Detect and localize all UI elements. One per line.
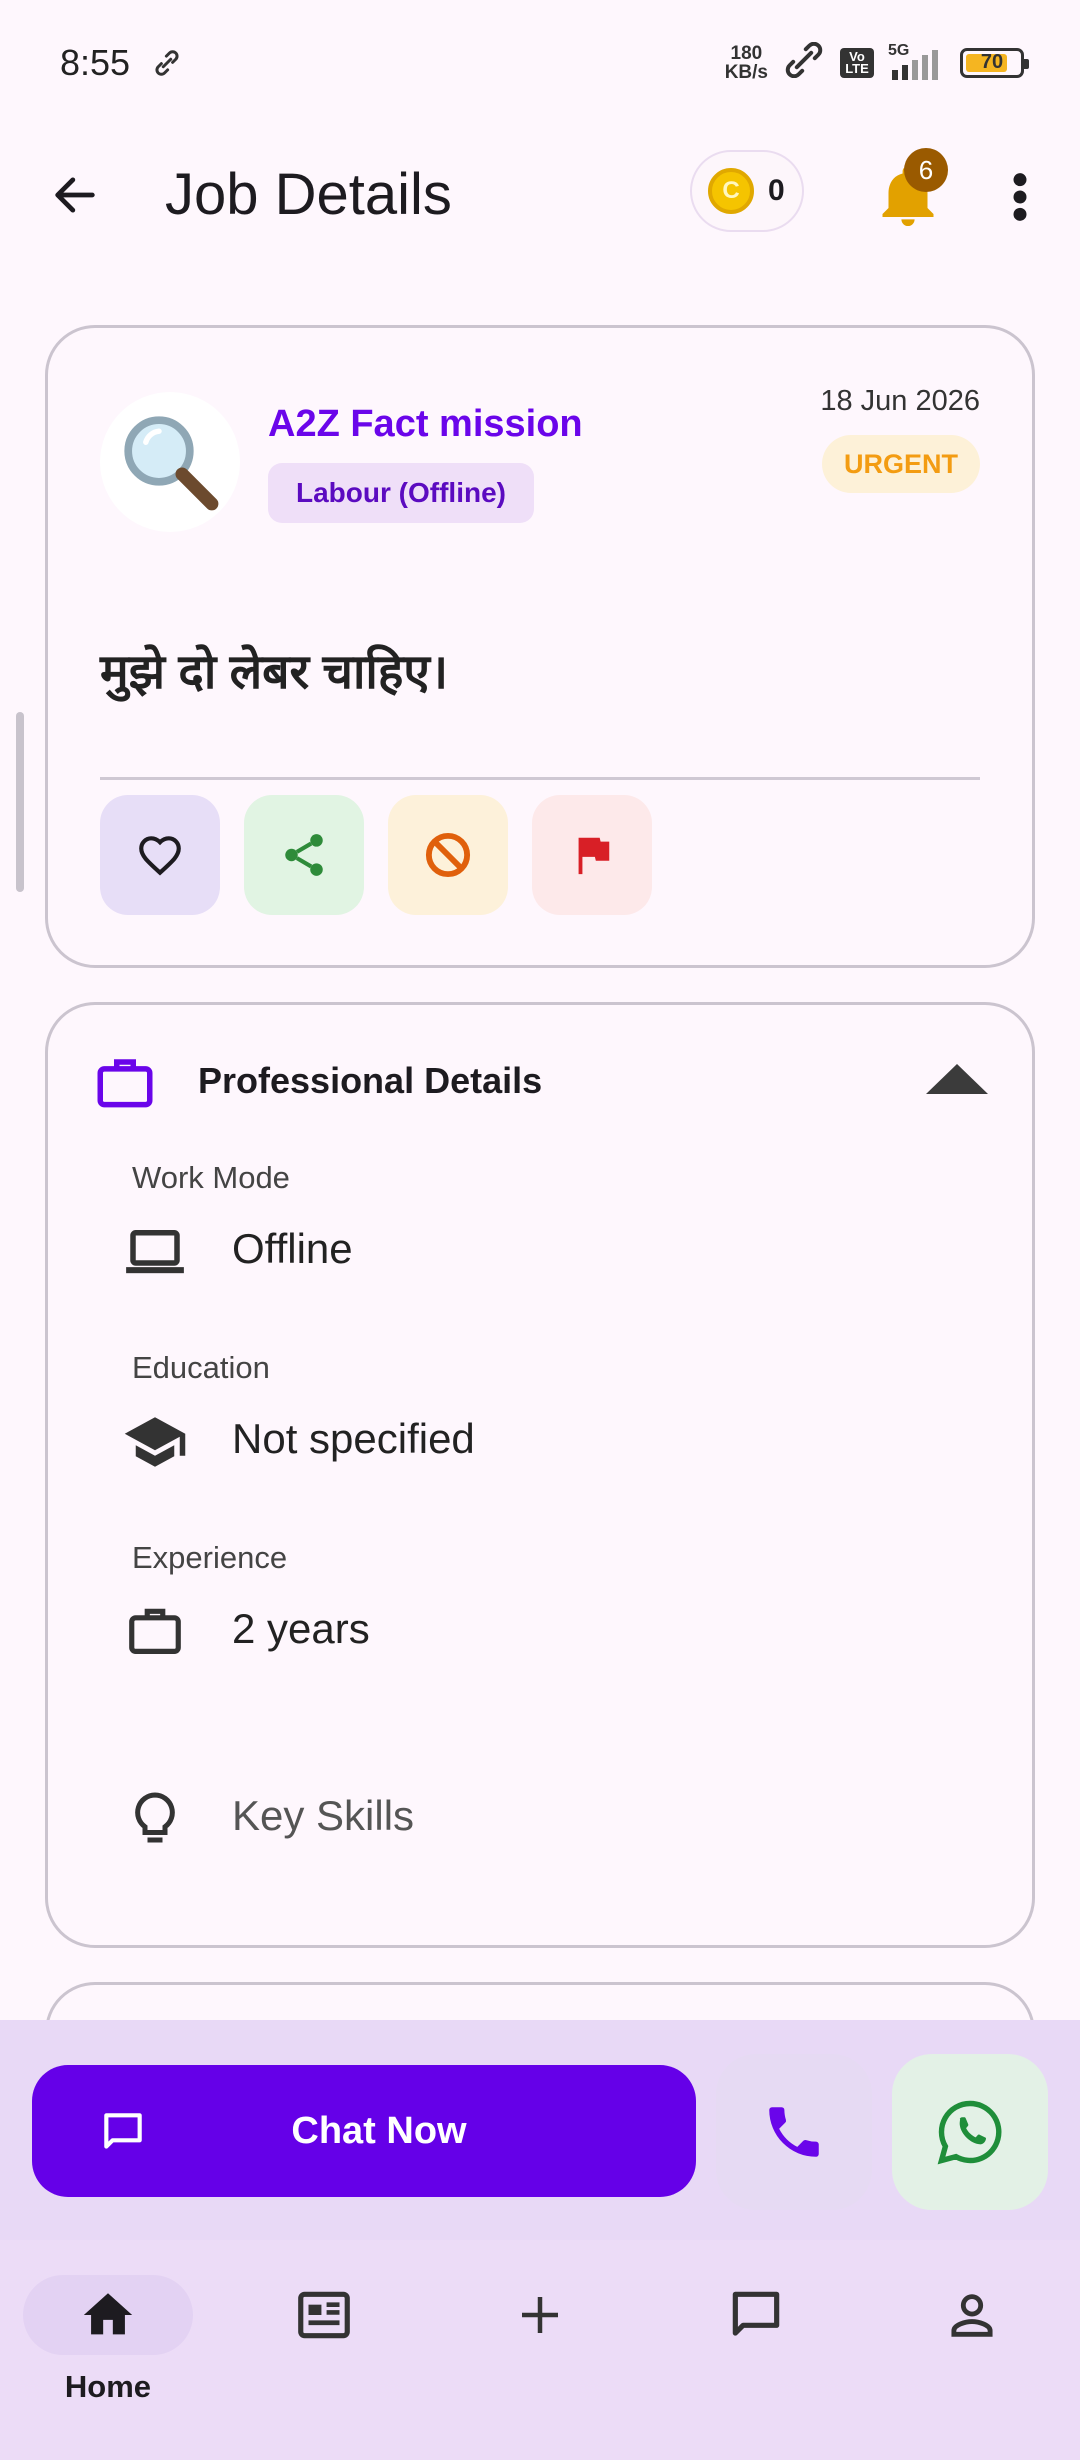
chat-icon [732,2291,780,2336]
share-button[interactable] [244,795,364,915]
coin-balance-chip[interactable]: C 0 [690,150,804,232]
status-time: 8:55 [60,42,131,83]
work-mode-value: Offline [232,1225,353,1272]
company-logo [100,392,240,532]
article-icon [298,2291,350,2339]
professional-details-card: Professional Details Work Mode Offline E… [45,1002,1035,1948]
bottom-action-bar: Chat Now [0,2020,1080,2240]
report-button[interactable] [532,795,652,915]
key-skills-label: Key Skills [232,1792,415,1839]
person-icon [951,2294,993,2337]
whatsapp-icon [937,2100,1002,2165]
whatsapp-button[interactable] [892,2054,1048,2210]
coin-icon: C [708,168,754,214]
call-button[interactable] [716,2054,872,2210]
coin-count: 0 [768,174,785,207]
job-actions [100,795,652,915]
network-speed: 180 KB/s [724,42,768,83]
page-title: Job Details [165,162,452,227]
volte-icon: Vo LTE [840,47,874,78]
home-icon [83,2293,133,2335]
job-card: A2Z Fact mission Labour (Offline) 18 Jun… [45,325,1035,968]
block-icon [425,832,471,878]
notification-badge: 6 [904,148,948,192]
experience-value: 2 years [232,1605,370,1652]
link-icon [782,41,826,83]
caret-up-icon [926,1064,988,1094]
graduation-cap-icon [120,1407,190,1477]
chat-now-button[interactable]: Chat Now [32,2065,696,2197]
favorite-button[interactable] [100,795,220,915]
lightbulb-icon [120,1785,190,1855]
work-mode-label: Work Mode [132,1160,290,1195]
nav-profile[interactable] [882,2275,1062,2425]
magnifier-icon [124,416,219,511]
category-badge: Labour (Offline) [268,463,534,523]
nav-add[interactable] [450,2275,630,2425]
briefcase-icon [92,1051,158,1122]
back-button[interactable] [40,160,110,230]
scroll-indicator [16,712,24,892]
app-bar: Job Details C 0 6 [0,130,1080,260]
nav-home-label: Home [64,2369,152,2404]
plus-icon [522,2297,558,2333]
more-options-button[interactable] [1000,162,1040,232]
nav-home[interactable]: Home [18,2275,198,2425]
divider [100,777,980,780]
chat-now-label: Chat Now [291,2109,467,2152]
battery-icon: 70 [960,47,1029,78]
company-name[interactable]: A2Z Fact mission [268,403,583,446]
phone-icon [769,2107,819,2157]
briefcase-icon [120,1597,190,1667]
arrow-left-icon [55,177,95,213]
collapse-button[interactable] [922,1055,992,1105]
block-button[interactable] [388,795,508,915]
laptop-icon [120,1217,190,1287]
nav-messages[interactable] [666,2275,846,2425]
more-vert-icon [1013,173,1027,221]
flag-icon [578,837,610,875]
link-icon [152,48,182,83]
status-bar: 8:55 180 KB/s Vo LTE 5G 70 [0,0,1080,130]
bottom-navigation: Home [0,2240,1080,2460]
section-title: Professional Details [198,1060,543,1101]
nav-jobs[interactable] [234,2275,414,2425]
post-date: 18 Jun 2026 [820,385,980,417]
urgent-badge: URGENT [822,435,980,493]
experience-label: Experience [132,1540,288,1575]
signal-icon: 5G [888,42,946,80]
education-value: Not specified [232,1415,475,1462]
share-icon [285,834,323,876]
heart-icon [139,836,181,876]
job-title: मुझे दो लेबर चाहिए। [100,646,449,699]
education-label: Education [132,1350,270,1385]
